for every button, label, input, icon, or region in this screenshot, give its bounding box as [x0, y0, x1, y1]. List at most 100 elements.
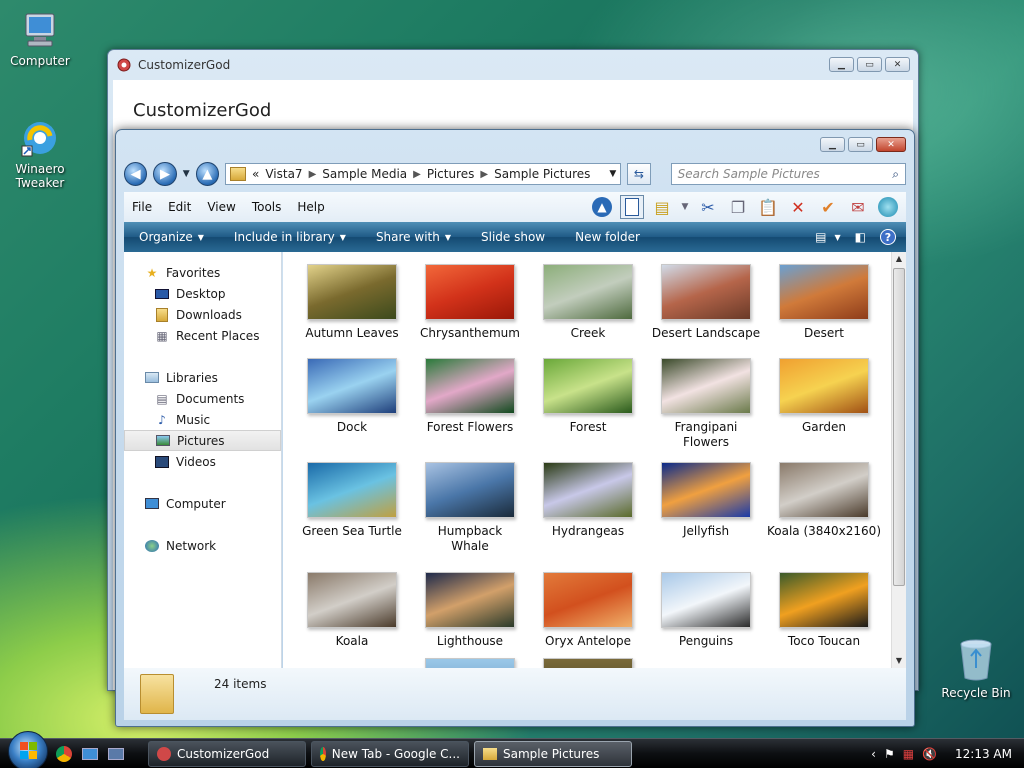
- menu-edit[interactable]: Edit: [160, 200, 199, 214]
- thumbnail-item[interactable]: Jellyfish: [647, 462, 765, 539]
- menu-tools[interactable]: Tools: [244, 200, 290, 214]
- thumbnail-item[interactable]: Koala: [293, 572, 411, 649]
- nav-computer[interactable]: Computer: [124, 493, 281, 514]
- breadcrumb-separator[interactable]: ▶: [309, 169, 317, 180]
- minimize-button[interactable]: ▁: [820, 137, 845, 152]
- cut-icon[interactable]: ✂: [696, 195, 720, 219]
- switch-windows-icon[interactable]: [106, 744, 126, 764]
- thumbnail-item[interactable]: Garden: [765, 358, 883, 435]
- nav-libraries[interactable]: Libraries: [124, 367, 281, 388]
- nav-pictures[interactable]: Pictures: [124, 430, 281, 451]
- preview-pane-toggle-icon[interactable]: ◧: [855, 230, 866, 244]
- nav-music[interactable]: ♪ Music: [124, 409, 281, 430]
- thumbnail-image: [307, 572, 397, 628]
- nav-recent-places[interactable]: ▦ Recent Places: [124, 325, 281, 346]
- thumbnail-item[interactable]: Humpback Whale: [411, 462, 529, 554]
- preview-pane-icon[interactable]: [620, 195, 644, 219]
- thumbnail-item[interactable]: Chrysanthemum: [411, 264, 529, 341]
- breadcrumb-vista7[interactable]: Vista7: [265, 167, 302, 181]
- scroll-up-icon[interactable]: ▲: [892, 252, 906, 266]
- nav-network[interactable]: Network: [124, 535, 281, 556]
- refresh-button[interactable]: ⇆: [627, 163, 651, 185]
- scroll-down-icon[interactable]: ▼: [892, 654, 906, 668]
- thumbnail-item[interactable]: Forest: [529, 358, 647, 435]
- thumbnail-item[interactable]: Lighthouse: [411, 572, 529, 649]
- volume-muted-icon[interactable]: 🔇: [922, 747, 937, 761]
- checkmark-icon[interactable]: ✔: [816, 195, 840, 219]
- properties-icon[interactable]: ▤: [650, 195, 674, 219]
- new-folder-button[interactable]: New folder: [560, 230, 655, 244]
- thumbnail-item[interactable]: Forest Flowers: [411, 358, 529, 435]
- desktop-icon-computer[interactable]: Computer: [0, 10, 80, 68]
- breadcrumb-sample-media[interactable]: Sample Media: [322, 167, 407, 181]
- breadcrumb-pictures[interactable]: Pictures: [427, 167, 475, 181]
- thumbnail-item[interactable]: Frangipani Flowers: [647, 358, 765, 450]
- rename-icon[interactable]: ✉: [846, 195, 870, 219]
- thumbnail-item[interactable]: Dock: [293, 358, 411, 435]
- help-icon[interactable]: ?: [880, 229, 896, 245]
- menu-file[interactable]: File: [124, 200, 160, 214]
- nav-favorites[interactable]: ★ Favorites: [124, 262, 281, 283]
- forward-button[interactable]: ▶: [153, 162, 177, 186]
- taskbar-item-chrome[interactable]: New Tab - Google C...: [311, 740, 469, 767]
- search-input[interactable]: Search Sample Pictures ⌕: [670, 163, 906, 185]
- scrollbar-thumb[interactable]: [893, 268, 905, 586]
- up-button[interactable]: ▲: [195, 162, 219, 186]
- start-button[interactable]: [8, 730, 48, 768]
- up-arrow-icon[interactable]: ▲: [590, 195, 614, 219]
- breadcrumb-sample-pictures[interactable]: Sample Pictures: [494, 167, 590, 181]
- back-button[interactable]: ◀: [124, 162, 148, 186]
- change-view-button[interactable]: ▤ ▼: [815, 230, 841, 244]
- close-button[interactable]: ✕: [876, 137, 906, 152]
- thumbnail-item[interactable]: Hydrangeas: [529, 462, 647, 539]
- thumbnail-item[interactable]: Penguins: [647, 572, 765, 649]
- taskbar-item-sample-pictures[interactable]: Sample Pictures: [474, 740, 632, 767]
- thumbnail-item[interactable]: Desert Landscape: [647, 264, 765, 341]
- thumbnail-item[interactable]: [411, 658, 529, 668]
- thumbnail-item[interactable]: Desert: [765, 264, 883, 341]
- recent-pages-dropdown[interactable]: ▼: [183, 169, 190, 179]
- thumbnail-item[interactable]: Oryx Antelope: [529, 572, 647, 649]
- nav-videos[interactable]: Videos: [124, 451, 281, 472]
- include-in-library-button[interactable]: Include in library ▼: [219, 230, 361, 244]
- chrome-icon[interactable]: [54, 744, 74, 764]
- nav-downloads[interactable]: Downloads: [124, 304, 281, 325]
- organize-button[interactable]: Organize ▼: [124, 230, 219, 244]
- dropdown-icon[interactable]: ▼: [680, 195, 690, 219]
- maximize-button[interactable]: ▭: [857, 57, 882, 72]
- minimize-button[interactable]: ▁: [829, 57, 854, 72]
- nav-documents[interactable]: ▤ Documents: [124, 388, 281, 409]
- thumbnail-item[interactable]: Creek: [529, 264, 647, 341]
- taskbar-item-customizergod[interactable]: CustomizerGod: [148, 740, 306, 767]
- tray-expand-icon[interactable]: ‹: [871, 747, 876, 761]
- address-bar[interactable]: « Vista7 ▶ Sample Media ▶ Pictures ▶ Sam…: [225, 163, 622, 185]
- shell-icon[interactable]: [876, 195, 900, 219]
- paste-icon[interactable]: 📋: [756, 195, 780, 219]
- desktop-icon-recycle-bin[interactable]: Recycle Bin: [936, 636, 1016, 700]
- clock[interactable]: 12:13 AM: [955, 747, 1012, 761]
- thumbnail-item[interactable]: Green Sea Turtle: [293, 462, 411, 539]
- thumbnail-item[interactable]: [529, 658, 647, 668]
- breadcrumb-overflow[interactable]: «: [252, 167, 259, 181]
- customizergod-titlebar[interactable]: CustomizerGod: [108, 50, 918, 80]
- menu-view[interactable]: View: [199, 200, 243, 214]
- thumbnail-item[interactable]: Toco Toucan: [765, 572, 883, 649]
- address-dropdown-icon[interactable]: ▼: [609, 169, 616, 179]
- network-disconnected-icon[interactable]: ▦: [903, 747, 914, 761]
- vertical-scrollbar[interactable]: ▲ ▼: [891, 252, 906, 668]
- maximize-button[interactable]: ▭: [848, 137, 873, 152]
- breadcrumb-separator[interactable]: ▶: [480, 169, 488, 180]
- desktop-icon-winaero-tweaker[interactable]: Winaero Tweaker: [0, 118, 80, 190]
- nav-desktop[interactable]: Desktop: [124, 283, 281, 304]
- close-button[interactable]: ✕: [885, 57, 910, 72]
- share-with-button[interactable]: Share with ▼: [361, 230, 466, 244]
- thumbnail-item[interactable]: Koala (3840x2160): [765, 462, 883, 539]
- thumbnail-item[interactable]: Autumn Leaves: [293, 264, 411, 341]
- menu-help[interactable]: Help: [289, 200, 332, 214]
- show-desktop-icon[interactable]: [80, 744, 100, 764]
- copy-icon[interactable]: ❐: [726, 195, 750, 219]
- action-center-icon[interactable]: ⚑: [884, 747, 895, 761]
- slide-show-button[interactable]: Slide show: [466, 230, 560, 244]
- delete-icon[interactable]: ✕: [786, 195, 810, 219]
- breadcrumb-separator[interactable]: ▶: [413, 169, 421, 180]
